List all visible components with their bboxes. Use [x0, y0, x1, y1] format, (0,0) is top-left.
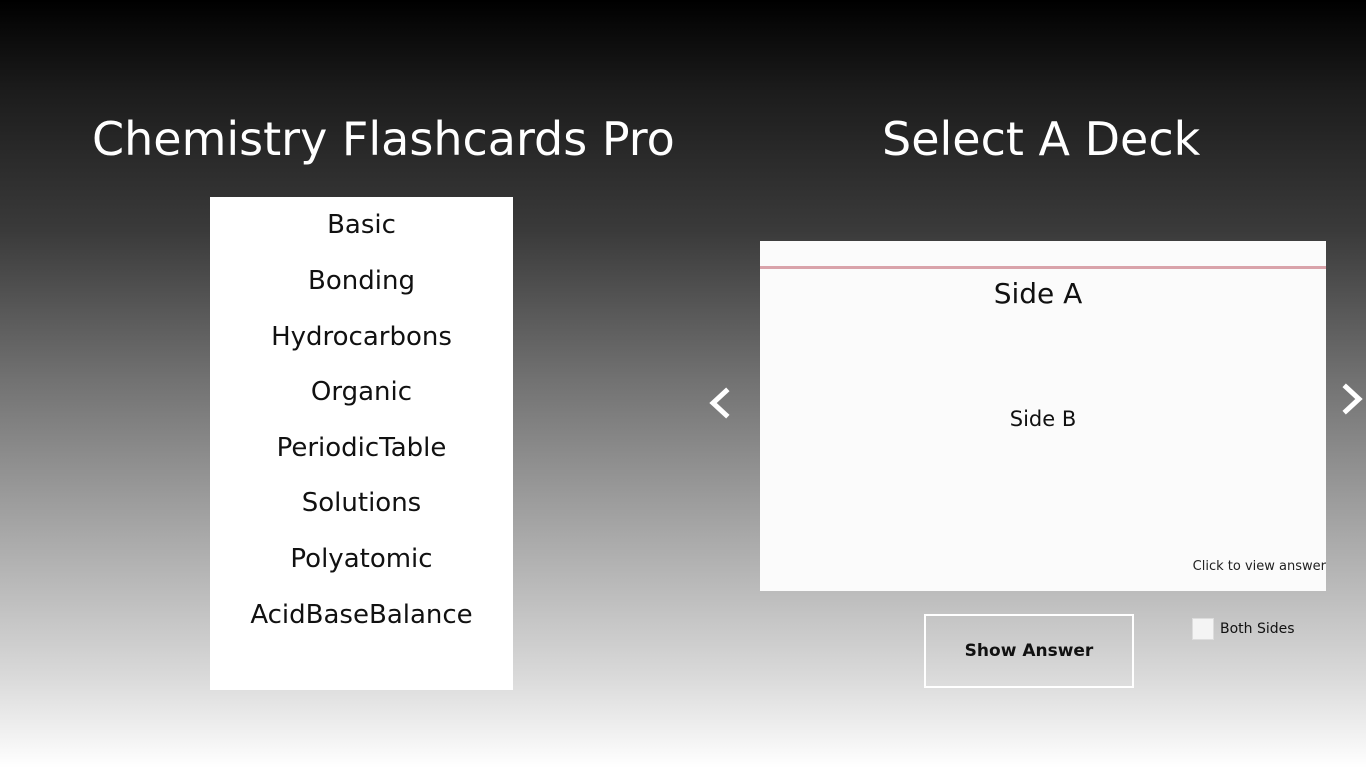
- deck-item-solutions[interactable]: Solutions: [210, 483, 513, 523]
- deck-item-hydrocarbons[interactable]: Hydrocarbons: [210, 317, 513, 357]
- flashcard[interactable]: Side A Side B Click to view answer: [760, 241, 1326, 591]
- chevron-left-icon: [709, 387, 730, 419]
- card-hint: Click to view answer: [1192, 559, 1326, 574]
- deck-item-periodictable[interactable]: PeriodicTable: [210, 428, 513, 468]
- deck-item-polyatomic[interactable]: Polyatomic: [210, 539, 513, 579]
- next-card-button[interactable]: [1338, 379, 1366, 419]
- checkbox-box[interactable]: [1192, 618, 1214, 640]
- card-side-b: Side B: [1009, 407, 1077, 431]
- card-side-a: Side A: [993, 277, 1083, 310]
- app-title: Chemistry Flashcards Pro: [92, 112, 675, 166]
- both-sides-label: Both Sides: [1220, 621, 1295, 637]
- deck-title: Select A Deck: [882, 112, 1201, 166]
- prev-card-button[interactable]: [704, 383, 734, 423]
- deck-item-acidbasebalance[interactable]: AcidBaseBalance: [210, 595, 513, 635]
- deck-item-bonding[interactable]: Bonding: [210, 261, 513, 301]
- deck-item-organic[interactable]: Organic: [210, 372, 513, 412]
- deck-list[interactable]: Basic Bonding Hydrocarbons Organic Perio…: [210, 197, 513, 690]
- both-sides-checkbox[interactable]: Both Sides: [1192, 618, 1295, 640]
- show-answer-button[interactable]: Show Answer: [924, 614, 1134, 688]
- deck-item-basic[interactable]: Basic: [210, 205, 513, 245]
- chevron-right-icon: [1342, 383, 1363, 415]
